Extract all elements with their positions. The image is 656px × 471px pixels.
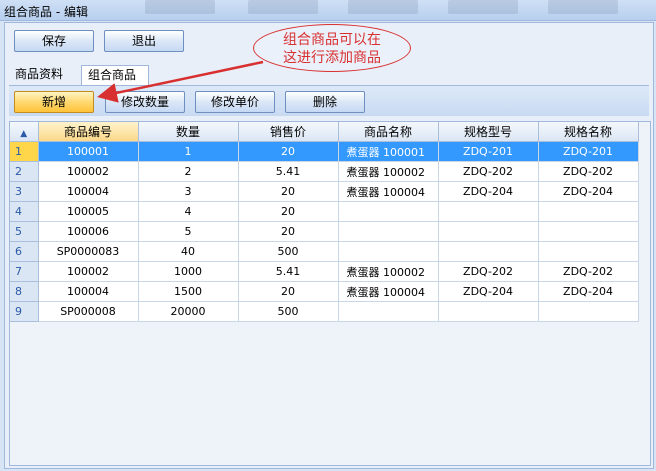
annotation-arrow-icon <box>97 60 264 103</box>
